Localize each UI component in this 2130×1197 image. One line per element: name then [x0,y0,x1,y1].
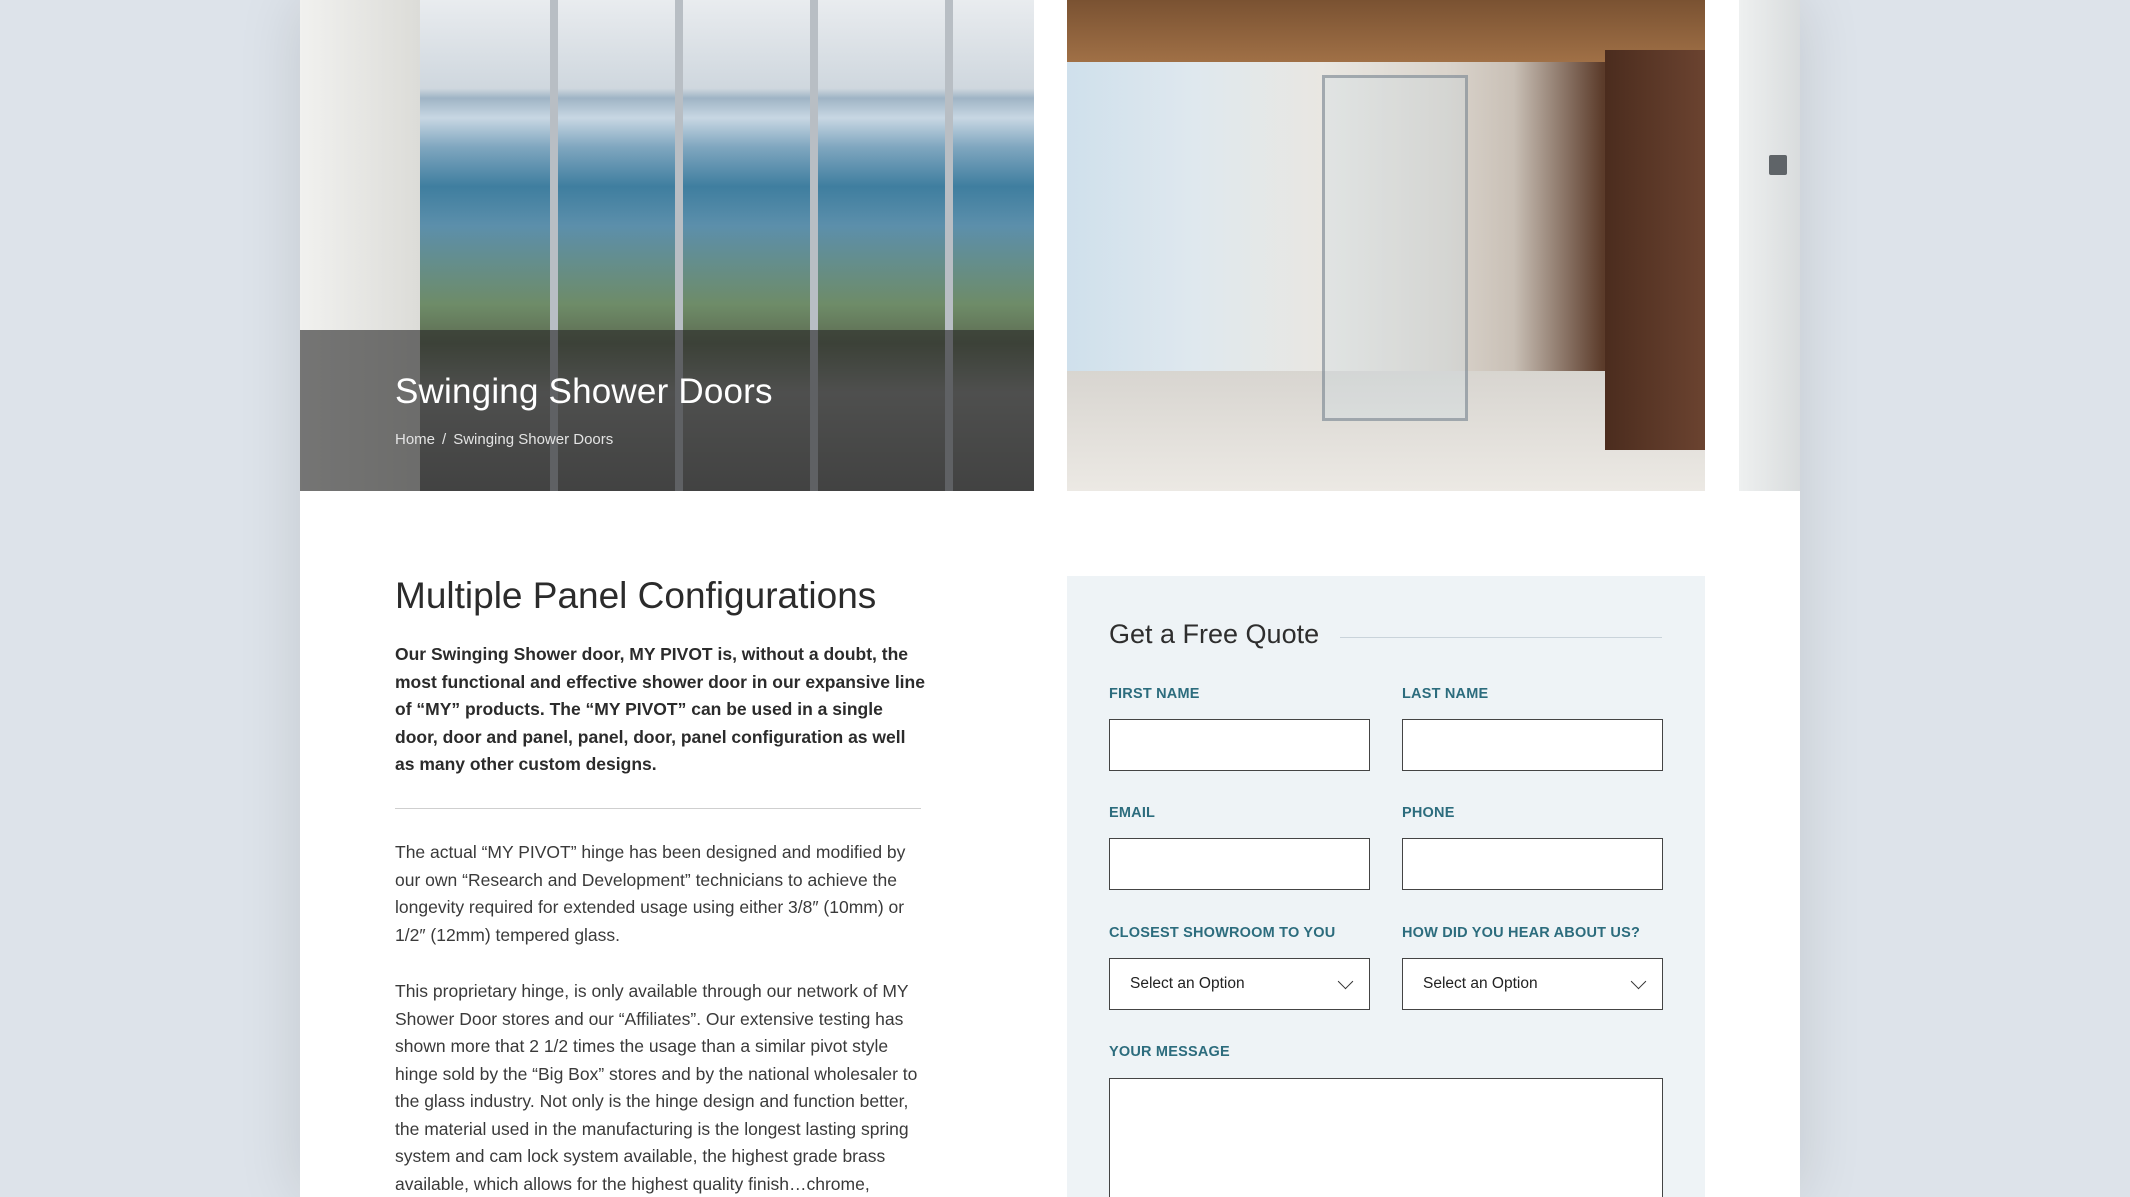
gallery-image-bathroom[interactable] [1067,0,1705,491]
hear-about-select[interactable]: Select an Option [1402,958,1663,1010]
hear-about-label: HOW DID YOU HEAR ABOUT US? [1402,925,1641,941]
message-textarea[interactable] [1109,1078,1663,1197]
lead-paragraph: Our Swinging Shower door, MY PIVOT is, w… [395,644,925,774]
section-title: Multiple Panel Configurations [395,575,877,616]
phone-label: PHONE [1402,805,1455,821]
photo-fixture [1769,155,1787,175]
first-name-label: FIRST NAME [1109,686,1200,702]
email-label: EMAIL [1109,805,1156,821]
email-input[interactable] [1109,838,1370,890]
content-divider [395,808,921,809]
quote-title-rule [1340,637,1662,638]
last-name-input[interactable] [1402,719,1663,771]
phone-input[interactable] [1402,838,1663,890]
body-paragraph-2: This proprietary hinge, is only availabl… [395,981,918,1194]
message-label: YOUR MESSAGE [1109,1044,1230,1060]
hero-title: Swinging Shower Doors [395,372,773,411]
gallery-image-swinging-door[interactable]: Swinging Shower Doors Home / Swinging Show… [300,0,1034,491]
first-name-input[interactable] [1109,719,1370,771]
quote-form: Get a Free Quote FIRST NAME LAST NAME EM… [1067,576,1705,1197]
page-container: Swinging Shower Doors Home / Swinging Show… [300,0,1800,1197]
breadcrumb-separator: / [442,431,447,448]
photo-cabinet [1605,50,1705,450]
showroom-label: CLOSEST SHOWROOM TO YOU [1109,925,1336,941]
showroom-select[interactable]: Select an Option [1109,958,1370,1010]
showroom-select-value: Select an Option [1130,975,1245,992]
quote-form-title: Get a Free Quote [1109,619,1320,649]
chevron-down-icon [1337,973,1354,989]
breadcrumb: Home / Swinging Shower Doors [395,431,613,448]
body-paragraph-1: The actual “MY PIVOT” hinge has been des… [395,842,906,945]
hear-about-select-value: Select an Option [1423,975,1538,992]
breadcrumb-current: Swinging Shower Doors [453,431,614,448]
breadcrumb-home-link[interactable]: Home [395,431,435,448]
photo-glass-enclosure [1322,75,1468,421]
last-name-label: LAST NAME [1402,686,1489,702]
gallery-image-partial[interactable] [1739,0,1800,491]
chevron-down-icon [1630,973,1647,989]
